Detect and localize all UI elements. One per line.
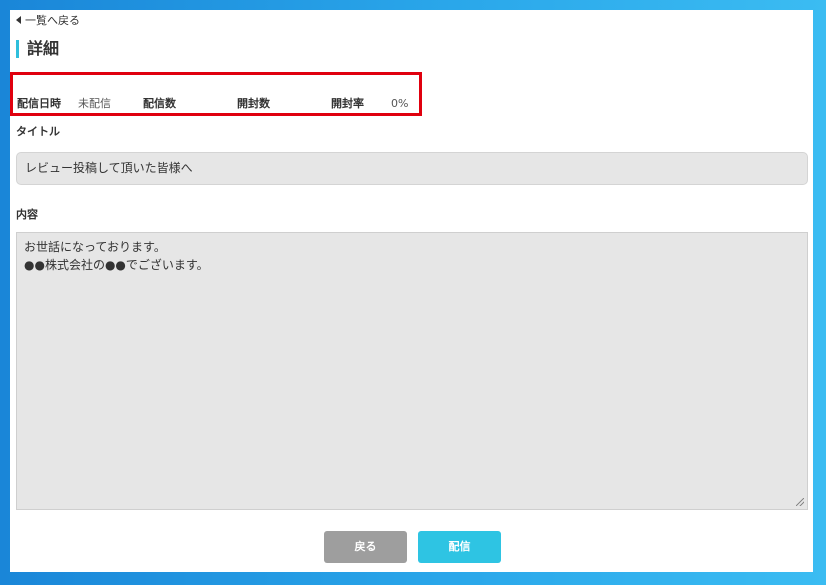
delivery-datetime-value: 未配信 (78, 97, 111, 110)
title-field-label: タイトル (16, 125, 60, 138)
title-field[interactable]: レビュー投稿して頂いた皆様へ (16, 152, 808, 185)
open-count-label: 開封数 (237, 97, 270, 110)
open-rate-value: 0% (391, 97, 409, 110)
delivery-count-label: 配信数 (143, 97, 176, 110)
resize-grip-icon (796, 498, 804, 506)
back-to-list-link[interactable]: 一覧へ戻る (16, 12, 80, 28)
open-rate-label: 開封率 (331, 97, 364, 110)
page-title: 詳細 (16, 40, 59, 58)
back-button[interactable]: 戻る (324, 531, 407, 563)
content-field-label: 内容 (16, 208, 38, 221)
send-button[interactable]: 配信 (418, 531, 501, 563)
back-to-list-label: 一覧へ戻る (25, 14, 80, 27)
caret-left-icon (16, 16, 21, 24)
content-textarea[interactable]: お世話になっております。 ●●株式会社の●●でございます。 (16, 232, 808, 510)
delivery-datetime-label: 配信日時 (17, 97, 61, 110)
detail-panel: 一覧へ戻る 詳細 配信日時 未配信 配信数 開封数 開封率 0% タイトル レビ… (10, 10, 813, 572)
resize-handle[interactable] (796, 498, 806, 508)
